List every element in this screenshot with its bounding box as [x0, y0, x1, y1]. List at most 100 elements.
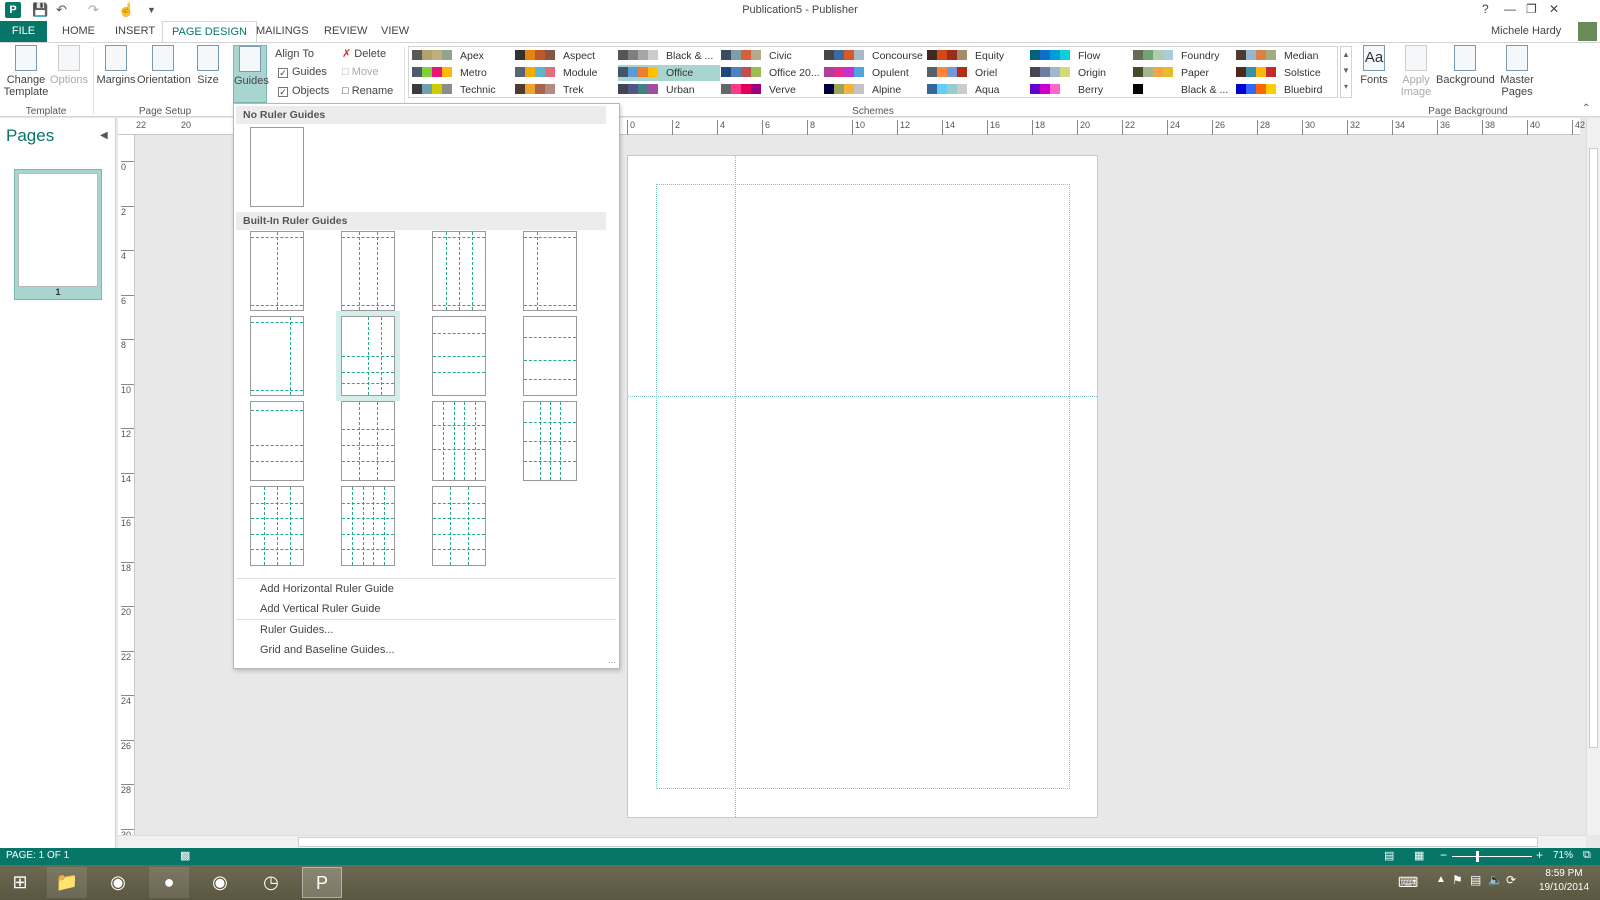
page-thumbnail[interactable]: 1	[14, 169, 102, 300]
zoom-in-icon[interactable]: +	[1536, 848, 1543, 862]
vertical-scrollbar[interactable]	[1586, 118, 1600, 835]
guide-layout-option[interactable]	[250, 486, 304, 566]
publisher-taskbar-icon[interactable]: P	[302, 867, 342, 898]
tab-home[interactable]: HOME	[53, 21, 104, 42]
system-clock[interactable]: 8:59 PM 19/10/2014	[1533, 867, 1595, 895]
vertical-ruler-guide[interactable]	[735, 156, 736, 817]
zoom-slider[interactable]	[1452, 856, 1532, 857]
master-pages-button[interactable]: Master Pages	[1496, 45, 1538, 98]
guide-layout-option[interactable]	[250, 231, 304, 311]
scheme-median[interactable]: Median	[1236, 48, 1338, 64]
menu-grid-baseline-guides[interactable]: Grid and Baseline Guides...	[260, 641, 395, 659]
scheme-alpine[interactable]: Alpine	[824, 82, 926, 98]
tab-insert[interactable]: INSERT	[106, 21, 164, 42]
tab-mailings[interactable]: MAILINGS	[247, 21, 318, 42]
scheme-solstice[interactable]: Solstice	[1236, 65, 1338, 81]
guide-layout-option[interactable]	[250, 316, 304, 396]
single-page-view-icon[interactable]: ▤	[1384, 849, 1394, 862]
macro-icon[interactable]: ▩	[180, 849, 190, 862]
tab-file[interactable]: FILE	[0, 21, 47, 42]
publication-page[interactable]	[627, 155, 1098, 818]
user-name[interactable]: Michele Hardy	[1491, 25, 1561, 37]
scheme-technic[interactable]: Technic	[412, 82, 514, 98]
minimize-icon[interactable]: —	[1504, 2, 1516, 16]
scheme-black[interactable]: Black & ...	[1133, 82, 1235, 98]
avatar[interactable]	[1578, 22, 1597, 41]
guide-layout-option[interactable]	[341, 231, 395, 311]
volume-icon[interactable]: 🔈	[1488, 873, 1503, 887]
rename-page-button[interactable]: □ Rename	[342, 82, 393, 100]
scheme-office-20[interactable]: Office 20...	[721, 65, 823, 81]
options-button[interactable]: Options	[50, 45, 88, 86]
vertical-scroll-thumb[interactable]	[1589, 148, 1598, 748]
windows-start-icon[interactable]: ⊞	[0, 867, 40, 898]
clock-app-icon[interactable]: ◷	[251, 867, 291, 898]
sync-icon[interactable]: ⟳	[1506, 873, 1516, 887]
guide-layout-option[interactable]	[250, 401, 304, 481]
guide-layout-option[interactable]	[341, 401, 395, 481]
scheme-apex[interactable]: Apex	[412, 48, 514, 64]
fonts-button[interactable]: Aa Fonts	[1358, 45, 1390, 86]
guide-layout-option[interactable]	[432, 486, 486, 566]
scheme-metro[interactable]: Metro	[412, 65, 514, 81]
guide-layout-option[interactable]	[341, 316, 395, 396]
scheme-trek[interactable]: Trek	[515, 82, 617, 98]
tab-view[interactable]: VIEW	[372, 21, 418, 42]
scheme-urban[interactable]: Urban	[618, 82, 720, 98]
page-indicator[interactable]: PAGE: 1 OF 1	[6, 850, 69, 861]
zoom-level[interactable]: 71%	[1553, 850, 1573, 861]
scheme-oriel[interactable]: Oriel	[927, 65, 1029, 81]
zoom-out-icon[interactable]: −	[1440, 848, 1447, 862]
guide-layout-option[interactable]	[432, 316, 486, 396]
tab-review[interactable]: REVIEW	[315, 21, 376, 42]
move-page-button[interactable]: □ Move	[342, 63, 379, 81]
scheme-berry[interactable]: Berry	[1030, 82, 1132, 98]
vertical-ruler[interactable]: 024681012141618202224262830	[118, 135, 135, 840]
guides-button[interactable]: Guides	[233, 45, 269, 103]
objects-checkbox[interactable]: ✓ Objects	[278, 82, 329, 100]
horizontal-scroll-thumb[interactable]	[298, 837, 1538, 847]
menu-add-horizontal-guide[interactable]: Add Horizontal Ruler Guide	[260, 580, 394, 598]
horizontal-scrollbar[interactable]	[118, 835, 1586, 848]
flag-icon[interactable]: ⚑	[1452, 873, 1463, 887]
two-page-view-icon[interactable]: ▦	[1414, 849, 1424, 862]
change-template-button[interactable]: Change Template	[2, 45, 50, 98]
spotify-icon[interactable]: ●	[149, 867, 189, 898]
scheme-bluebird[interactable]: Bluebird	[1236, 82, 1338, 98]
zoom-slider-thumb[interactable]	[1476, 851, 1479, 862]
guides-checkbox[interactable]: ✓ Guides	[278, 63, 327, 81]
firefox-icon[interactable]: ◉	[200, 867, 240, 898]
menu-ruler-guides[interactable]: Ruler Guides...	[260, 621, 333, 639]
delete-page-button[interactable]: ✗ Delete	[342, 45, 386, 63]
scheme-paper[interactable]: Paper	[1133, 65, 1235, 81]
horizontal-ruler-guide[interactable]	[628, 396, 1097, 397]
scheme-office[interactable]: Office	[618, 65, 720, 81]
scheme-civic[interactable]: Civic	[721, 48, 823, 64]
resize-grip-icon[interactable]: ⋯	[608, 658, 616, 667]
margins-button[interactable]: Margins	[96, 45, 136, 86]
scheme-concourse[interactable]: Concourse	[824, 48, 926, 64]
help-icon[interactable]: ?	[1482, 2, 1489, 16]
guide-layout-option[interactable]	[341, 486, 395, 566]
scheme-origin[interactable]: Origin	[1030, 65, 1132, 81]
chrome-icon[interactable]: ◉	[98, 867, 138, 898]
scheme-equity[interactable]: Equity	[927, 48, 1029, 64]
collapse-ribbon-icon[interactable]: ⌃	[1582, 103, 1590, 114]
guide-layout-option[interactable]	[523, 316, 577, 396]
scheme-foundry[interactable]: Foundry	[1133, 48, 1235, 64]
fit-page-icon[interactable]: ⧉	[1583, 849, 1591, 862]
guide-layout-option[interactable]	[432, 401, 486, 481]
orientation-button[interactable]: Orientation	[137, 45, 191, 86]
size-button[interactable]: Size	[192, 45, 224, 86]
scheme-module[interactable]: Module	[515, 65, 617, 81]
file-explorer-icon[interactable]: 📁	[47, 867, 87, 898]
keyboard-icon[interactable]: ⌨	[1398, 874, 1418, 891]
gallery-scroll[interactable]: ▲ ▼ ▾	[1340, 46, 1352, 98]
network-icon[interactable]: ▤	[1470, 873, 1481, 887]
apply-image-button[interactable]: Apply Image	[1400, 45, 1432, 98]
show-hidden-icons[interactable]: ▲	[1436, 874, 1446, 885]
close-icon[interactable]: ✕	[1549, 2, 1559, 16]
scheme-aspect[interactable]: Aspect	[515, 48, 617, 64]
guide-layout-option[interactable]	[523, 401, 577, 481]
scheme-aqua[interactable]: Aqua	[927, 82, 1029, 98]
